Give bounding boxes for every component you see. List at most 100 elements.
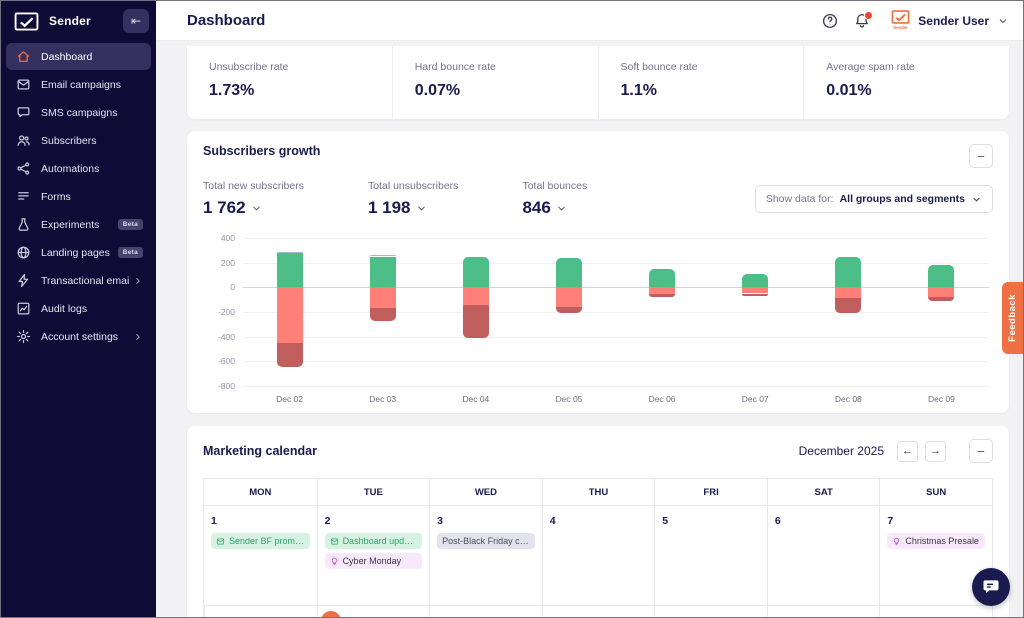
bar-new-subscribers[interactable]	[928, 265, 954, 288]
bar-new-subscribers[interactable]	[463, 257, 489, 288]
chart-xtick: Dec 09	[906, 394, 976, 404]
help-icon[interactable]	[821, 12, 839, 30]
sidebar-item-account-settings[interactable]: Account settings	[6, 323, 151, 350]
sidebar-item-experiments[interactable]: ExperimentsBeta	[6, 211, 151, 238]
calendar-prev-button[interactable]: ←	[897, 441, 918, 462]
topbar: Dashboard Sender Sender User	[156, 1, 1023, 41]
bar-new-subscribers[interactable]	[556, 258, 582, 287]
calendar-day-6[interactable]: 6	[767, 506, 880, 606]
metric-value-dropdown[interactable]: 1 198	[368, 198, 427, 218]
sidebar-item-label: Subscribers	[41, 135, 143, 147]
calendar-day-3[interactable]: 3Post-Black Friday cooldown	[429, 506, 542, 606]
collapse-growth-button[interactable]: −	[969, 144, 993, 168]
globe-icon	[16, 245, 31, 260]
calendar-day-5[interactable]: 5	[654, 506, 767, 606]
bar-bounces[interactable]	[277, 343, 303, 368]
chat-widget-button[interactable]	[972, 568, 1010, 606]
bar-unsubscribers[interactable]	[370, 287, 396, 308]
event-label: Sender BF promo 2025 ...	[229, 536, 305, 546]
chevron-down-icon	[971, 194, 982, 205]
chevron-down-icon	[416, 203, 427, 214]
show-data-for-dropdown[interactable]: Show data for: All groups and segments	[755, 185, 993, 213]
calendar-day-11[interactable]: 11	[542, 606, 655, 617]
collapse-calendar-button[interactable]: −	[969, 439, 993, 463]
brand-name: Sender	[49, 14, 91, 28]
metric-value-dropdown[interactable]: 1 762	[203, 198, 262, 218]
bar-unsubscribers[interactable]	[928, 287, 954, 297]
feedback-tab[interactable]: Feedback	[1002, 282, 1023, 354]
chart-ytick: 400	[203, 233, 235, 243]
event-label: Christmas Presale	[905, 536, 979, 546]
bar-bounces[interactable]	[463, 305, 489, 338]
sidebar-item-label: Automations	[41, 163, 143, 175]
calendar-day-12[interactable]: 12	[654, 606, 767, 617]
bar-bounces[interactable]	[370, 308, 396, 321]
user-menu[interactable]: Sender Sender User	[891, 10, 1009, 31]
bar-unsubscribers[interactable]	[556, 287, 582, 307]
metric-label: Total unsubscribers	[368, 180, 458, 192]
sidebar-item-label: Landing pages	[41, 247, 118, 259]
calendar-day-2[interactable]: 2Dashboard update new...Cyber Monday	[317, 506, 430, 606]
bar-bounces[interactable]	[742, 294, 768, 296]
calendar-day-10[interactable]: 10	[429, 606, 542, 617]
sidebar-item-dashboard[interactable]: Dashboard	[6, 43, 151, 70]
stat-unsubscribe-rate: Unsubscribe rate1.73%	[187, 46, 392, 119]
metric-value-dropdown[interactable]: 846	[522, 198, 566, 218]
bar-bounces[interactable]	[649, 294, 675, 296]
bar-new-subscribers[interactable]	[742, 274, 768, 287]
sidebar-item-subscribers[interactable]: Subscribers	[6, 127, 151, 154]
marketing-calendar-card: Marketing calendar December 2025 ← → − M…	[187, 426, 1009, 617]
sidebar-item-landing-pages[interactable]: Landing pagesBeta	[6, 239, 151, 266]
envelope-icon	[330, 537, 339, 546]
calendar-event-christmas-presale[interactable]: Christmas Presale	[887, 533, 985, 549]
calendar-event-post-black-friday-cooldown[interactable]: Post-Black Friday cooldown	[437, 533, 535, 549]
sender-logo-icon	[14, 12, 39, 31]
growth-metrics-row: Total new subscribers1 762Total unsubscr…	[203, 180, 993, 218]
sidebar-item-forms[interactable]: Forms	[6, 183, 151, 210]
sidebar-item-automations[interactable]: Automations	[6, 155, 151, 182]
bar-unsubscribers[interactable]	[277, 287, 303, 343]
calendar-event-cyber-monday[interactable]: Cyber Monday	[325, 553, 423, 569]
bar-new-subscribers[interactable]	[370, 257, 396, 288]
bar-new-subscribers[interactable]	[277, 253, 303, 287]
bar-unsubscribers[interactable]	[463, 287, 489, 305]
beta-badge: Beta	[118, 247, 143, 258]
calendar-event-dashboard-update-new[interactable]: Dashboard update new...	[325, 533, 423, 549]
chart-gridline	[243, 361, 989, 362]
bar-unsubscribers[interactable]	[649, 287, 675, 294]
bar-unsubscribers[interactable]	[742, 287, 768, 293]
chart-ytick: -800	[203, 381, 235, 391]
bar-bounces[interactable]	[835, 298, 861, 313]
bar-new-subscribers[interactable]	[835, 257, 861, 288]
stat-soft-bounce-rate: Soft bounce rate1.1%	[598, 46, 804, 119]
event-label: Post-Black Friday cooldown	[442, 536, 530, 546]
bar-unsubscribers[interactable]	[835, 287, 861, 298]
content-scroll-area[interactable]: Unsubscribe rate1.73%Hard bounce rate0.0…	[156, 41, 1023, 617]
sidebar-item-audit-logs[interactable]: Audit logs	[6, 295, 151, 322]
calendar-day-9[interactable]: 9	[317, 606, 430, 617]
bar-bounces[interactable]	[928, 297, 954, 301]
notifications-bell-icon[interactable]	[853, 12, 871, 30]
calendar-day-14[interactable]: 14	[879, 606, 992, 617]
sidebar-item-email-campaigns[interactable]: Email campaigns	[6, 71, 151, 98]
calendar-next-button[interactable]: →	[925, 441, 946, 462]
user-name: Sender User	[918, 14, 989, 28]
subscribers-growth-title: Subscribers growth	[203, 144, 320, 158]
sidebar-collapse-button[interactable]: ⇤	[123, 9, 149, 33]
bar-bounces[interactable]	[556, 307, 582, 313]
calendar-day-13[interactable]: 13	[767, 606, 880, 617]
calendar-event-sender-bf-promo-2025[interactable]: Sender BF promo 2025 ...	[211, 533, 310, 549]
chevron-down-icon	[556, 203, 567, 214]
chart-xtick: Dec 06	[627, 394, 697, 404]
metric-total-unsubscribers: Total unsubscribers 1 198	[368, 180, 458, 218]
calendar-day-8[interactable]: 8	[204, 606, 317, 617]
chevron-down-icon	[251, 203, 262, 214]
stat-value: 1.1%	[621, 82, 782, 100]
bar-new-subscribers[interactable]	[649, 269, 675, 288]
day-number: 13	[775, 615, 787, 617]
calendar-day-1[interactable]: 1Sender BF promo 2025 ...	[204, 506, 317, 606]
envelope-icon	[16, 77, 31, 92]
sidebar-item-sms-campaigns[interactable]: SMS campaigns	[6, 99, 151, 126]
sidebar-item-transactional-emails[interactable]: Transactional emails	[6, 267, 151, 294]
calendar-day-4[interactable]: 4	[542, 506, 655, 606]
